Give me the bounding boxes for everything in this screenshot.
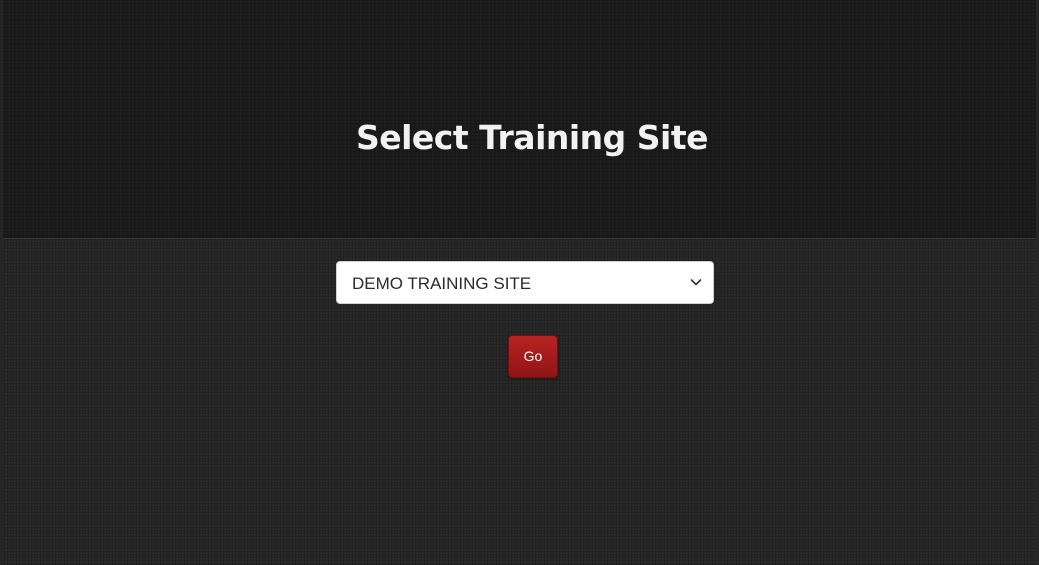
go-button[interactable]: Go — [508, 335, 558, 378]
page: Select Training Site DEMO TRAINING SITE … — [3, 0, 1036, 565]
chevron-down-icon — [690, 279, 702, 286]
training-site-select[interactable]: DEMO TRAINING SITE — [336, 261, 714, 304]
training-site-selected-value: DEMO TRAINING SITE — [352, 274, 532, 293]
site-selection-form: DEMO TRAINING SITE Go — [3, 239, 1036, 565]
page-title: Select Training Site — [355, 118, 709, 157]
page-header: Select Training Site — [3, 0, 1036, 239]
